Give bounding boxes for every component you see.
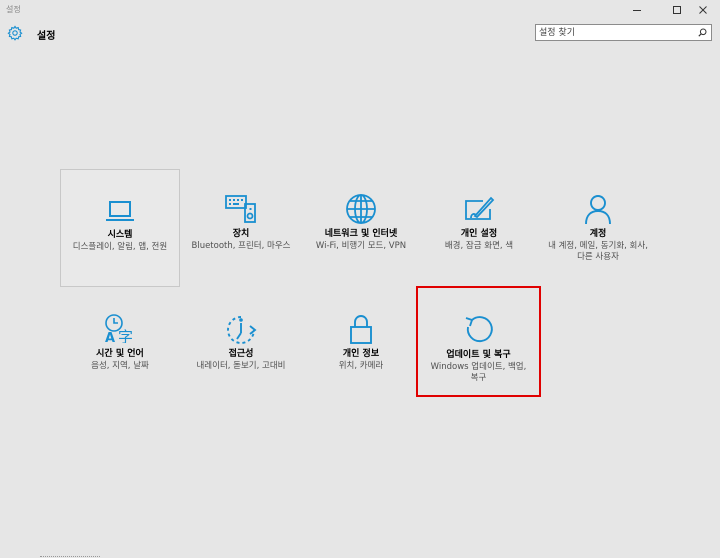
page-title: 설정 [37, 31, 56, 42]
category-name: 시스템 [107, 230, 133, 240]
category-update-security[interactable]: 업데이트 및 복구 Windows 업데이트, 백업, 복구 [416, 286, 541, 397]
minimize-button[interactable] [620, 0, 654, 20]
category-ease-of-access[interactable]: 접근성 내레이터, 돋보기, 고대비 [181, 287, 301, 405]
category-desc: 위치, 카메라 [338, 361, 384, 371]
category-devices[interactable]: 장치 Bluetooth, 프린터, 마우스 [181, 169, 301, 287]
search-icon[interactable] [698, 28, 707, 37]
category-name: 개인 설정 [460, 229, 498, 239]
maximize-icon [673, 6, 681, 14]
lock-icon [350, 315, 372, 344]
refresh-icon [465, 316, 493, 342]
category-name: 장치 [232, 229, 250, 239]
category-privacy[interactable]: 개인 정보 위치, 카메라 [301, 287, 421, 405]
close-button[interactable] [686, 0, 720, 20]
category-desc: Wi-Fi, 비행기 모드, VPN [315, 241, 407, 251]
search-box[interactable] [535, 24, 712, 41]
ease-of-access-icon [227, 316, 257, 344]
category-name: 접근성 [228, 349, 254, 359]
category-name: 계정 [589, 229, 607, 239]
window-title: 설정 [6, 5, 21, 14]
category-accounts[interactable]: 계정 내 계정, 메일, 동기화, 회사, 다른 사용자 [538, 169, 658, 287]
svg-text:字: 字 [118, 328, 133, 343]
category-system[interactable]: 시스템 디스플레이, 알림, 앱, 전원 [60, 169, 180, 287]
category-time-language[interactable]: A 字 시간 및 언어 음성, 지역, 날짜 [60, 287, 180, 405]
category-desc: 배경, 잠금 화면, 색 [444, 241, 514, 251]
category-desc: 음성, 지역, 날짜 [91, 361, 149, 371]
category-desc: Bluetooth, 프린터, 마우스 [191, 241, 291, 251]
close-icon [699, 6, 707, 14]
search-input[interactable] [539, 26, 689, 39]
status-bar [40, 553, 100, 557]
category-personalization[interactable]: 개인 설정 배경, 잠금 화면, 색 [419, 169, 539, 287]
app-header: 설정 [0, 22, 720, 46]
keyboard-speaker-icon [225, 195, 256, 223]
category-name: 시간 및 언어 [96, 349, 144, 359]
person-icon [585, 195, 611, 225]
category-desc: 디스플레이, 알림, 앱, 전원 [72, 242, 168, 252]
category-name: 업데이트 및 복구 [446, 350, 511, 360]
category-name: 개인 정보 [342, 349, 380, 359]
personalization-icon [465, 196, 495, 220]
category-desc: 내 계정, 메일, 동기화, 회사, 다른 사용자 [548, 241, 648, 262]
category-desc: 내레이터, 돋보기, 고대비 [196, 361, 286, 371]
category-desc: Windows 업데이트, 백업, 복구 [430, 362, 527, 383]
globe-icon [346, 194, 376, 224]
svg-text:A: A [105, 331, 115, 343]
gear-icon[interactable] [7, 25, 23, 41]
laptop-icon [106, 201, 134, 221]
category-network[interactable]: 네트워크 및 인터넷 Wi-Fi, 비행기 모드, VPN [301, 169, 421, 287]
category-name: 네트워크 및 인터넷 [324, 229, 398, 239]
minimize-icon [633, 10, 641, 11]
window-titlebar: 설정 [0, 0, 720, 20]
time-language-icon: A 字 [105, 314, 133, 343]
